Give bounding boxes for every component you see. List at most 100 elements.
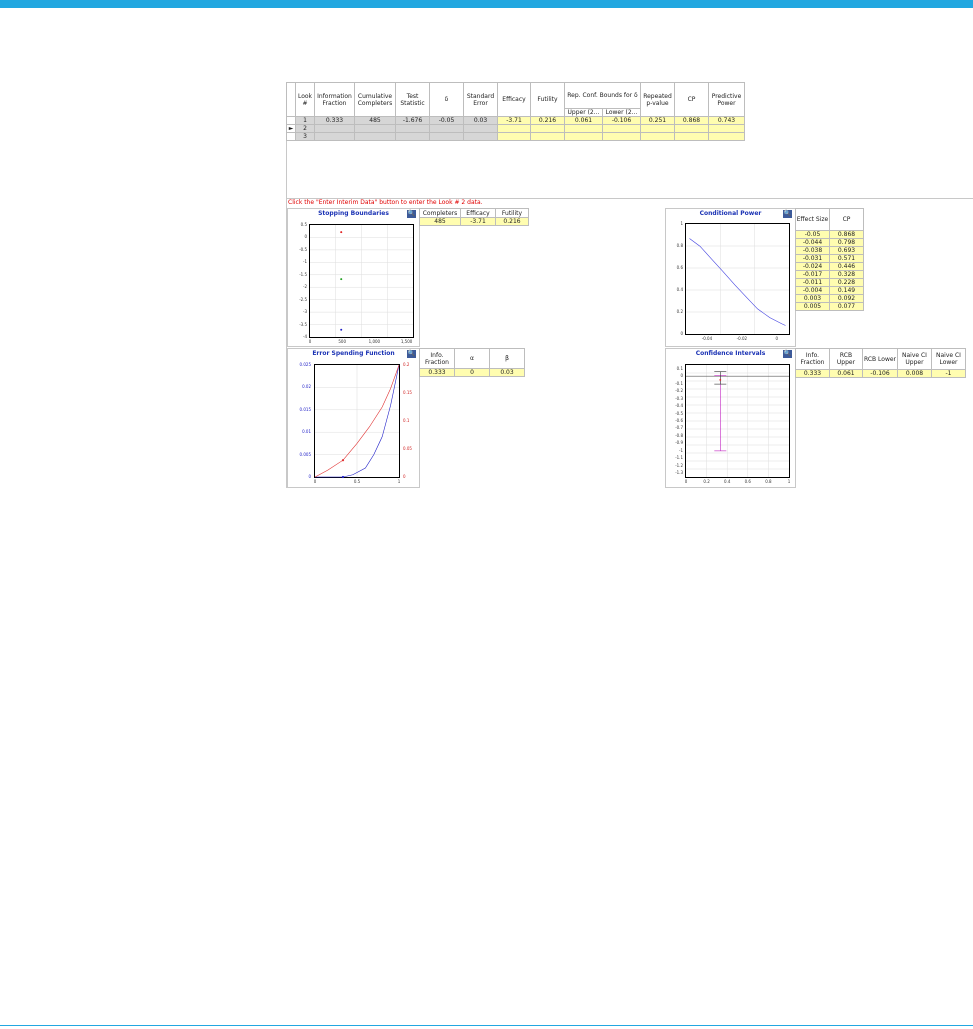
y-tick-label: -0.5 bbox=[299, 246, 307, 252]
table-row: 485 -3.71 0.216 bbox=[419, 217, 529, 226]
col-futility: Futility bbox=[495, 208, 529, 218]
cell-empty bbox=[674, 124, 709, 133]
y-tick-label: 0.2 bbox=[676, 309, 683, 314]
cell-cp: 0.446 bbox=[829, 262, 864, 271]
conditional-power-table: Effect Size CP -0.05 0.868 -0.044 0.798 -0.0… bbox=[795, 208, 864, 311]
cell-look: 1 bbox=[295, 116, 315, 125]
col-info-fraction: Info. Fraction bbox=[795, 348, 830, 370]
x-tick-label: 1,500 bbox=[400, 339, 413, 344]
y-tick-label: -3.5 bbox=[299, 321, 307, 327]
cell-empty bbox=[564, 132, 603, 141]
cell-empty bbox=[395, 124, 430, 133]
col-beta: β bbox=[489, 348, 525, 369]
y-tick-label: -0.1 bbox=[675, 380, 683, 386]
cell-empty bbox=[602, 124, 641, 133]
x-tick-label: 0.8 bbox=[765, 479, 772, 484]
interim-monitoring-frame: Look # Information Fraction Cumulative C… bbox=[286, 82, 973, 488]
cell-empty bbox=[354, 132, 396, 141]
y-tick-label: -1 bbox=[679, 447, 683, 453]
table-row: 0.005 0.077 bbox=[795, 302, 864, 311]
top-accent-bar bbox=[0, 0, 973, 8]
cell-info-fraction: 0.333 bbox=[419, 368, 455, 377]
cell-info: 0.333 bbox=[314, 116, 355, 125]
current-row-indicator: ► bbox=[286, 124, 296, 133]
y-tick-label: -1.5 bbox=[299, 271, 307, 277]
cell-effect-size: -0.011 bbox=[795, 278, 830, 287]
cell-empty bbox=[674, 132, 709, 141]
table-row[interactable]: ► 2 bbox=[286, 124, 745, 133]
cell-effect-size: 0.005 bbox=[795, 302, 830, 311]
y-tick-label: -0.6 bbox=[675, 418, 683, 423]
col-efficacy: Efficacy bbox=[497, 82, 531, 117]
cell-empty bbox=[530, 124, 565, 133]
stopping-boundaries-panel: Stopping Boundaries 🔍 0.5 0 -0.5 -1 -1.5 -2 -2… bbox=[287, 208, 420, 347]
panel-title: Error Spending Function bbox=[312, 350, 395, 357]
magnifier-icon[interactable]: 🔍 bbox=[783, 210, 792, 218]
magnifier-icon[interactable]: 🔍 bbox=[407, 350, 416, 358]
cell-empty bbox=[429, 124, 464, 133]
alpha-marker bbox=[341, 475, 345, 479]
col-rcb-lower: Lower (2... bbox=[602, 108, 641, 117]
cell-empty bbox=[640, 124, 675, 133]
boundary-point bbox=[340, 278, 343, 281]
cell-cp: 0.092 bbox=[829, 294, 864, 303]
x-tick-label: 500 bbox=[338, 339, 347, 344]
y-tick-label: -1.3 bbox=[675, 470, 683, 476]
interim-table-area: Look # Information Fraction Cumulative C… bbox=[286, 82, 973, 199]
col-test-statistic: Test Statistic bbox=[395, 82, 430, 117]
cell-cp: 0.868 bbox=[829, 230, 864, 239]
table-row[interactable]: 3 bbox=[286, 132, 745, 141]
y-left-tick-label: 0.02 bbox=[302, 384, 311, 390]
table-row: -0.024 0.446 bbox=[795, 262, 864, 271]
cell-completers: 485 bbox=[354, 116, 396, 125]
y-left-tick-label: 0.025 bbox=[299, 362, 311, 367]
y-tick-label: 0 bbox=[304, 234, 307, 240]
table-row: -0.004 0.149 bbox=[795, 286, 864, 295]
table-row: 0.333 0 0.03 bbox=[419, 368, 525, 377]
x-tick-label: 1 bbox=[787, 479, 791, 484]
col-rcb: Rep. Conf. Bounds for δ bbox=[564, 82, 641, 109]
cell-futility: 0.216 bbox=[530, 116, 565, 125]
cell-cp: 0.149 bbox=[829, 286, 864, 295]
cell-effect-size: 0.003 bbox=[795, 294, 830, 303]
y-tick-label: -0.5 bbox=[675, 410, 683, 416]
cell-look: 3 bbox=[295, 132, 315, 141]
cell-stat: -1.676 bbox=[395, 116, 430, 125]
cell-efficacy: -3.71 bbox=[497, 116, 531, 125]
panel-title: Conditional Power bbox=[699, 210, 762, 217]
col-look: Look # bbox=[295, 82, 315, 117]
table-row: 0.333 0.061 -0.106 0.008 -1 bbox=[795, 369, 966, 378]
table-row: -0.05 0.868 bbox=[795, 230, 864, 239]
confidence-intervals-panel: Confidence Intervals 🔍 0.1 0 -0.1 -0.2 -0.3-… bbox=[665, 348, 796, 488]
error-spending-chart: 0.025 0.02 0.015 0.01 0.005 0 0.2 0.15 0.1 0.05 0 0… bbox=[300, 362, 412, 484]
y-tick-label: 0.6 bbox=[676, 265, 683, 270]
x-tick-label: 0 bbox=[313, 479, 317, 484]
cell-empty bbox=[463, 124, 498, 133]
cell-pp: 0.743 bbox=[708, 116, 745, 125]
magnifier-icon[interactable]: 🔍 bbox=[407, 210, 416, 218]
y-tick-label: -0.2 bbox=[675, 388, 683, 394]
y-tick-label: -3 bbox=[303, 309, 307, 315]
col-predictive-power: Predictive Power bbox=[708, 82, 745, 117]
col-effect-size: Effect Size bbox=[795, 208, 830, 231]
cell-effect-size: -0.004 bbox=[795, 286, 830, 295]
cell-info-fraction: 0.333 bbox=[795, 369, 830, 378]
col-info-fraction: Info. Fraction bbox=[419, 348, 455, 369]
col-repeated-pvalue: Repeated p-value bbox=[640, 82, 675, 117]
y-right-tick-label: 0 bbox=[403, 474, 406, 479]
interim-table: Look # Information Fraction Cumulative C… bbox=[286, 82, 745, 141]
col-info-fraction: Information Fraction bbox=[314, 82, 355, 117]
y-right-tick-label: 0.15 bbox=[403, 390, 412, 395]
y-tick-label: 0.5 bbox=[300, 222, 307, 227]
row-selector-header bbox=[286, 82, 296, 117]
magnifier-icon[interactable]: 🔍 bbox=[783, 350, 792, 358]
x-tick-label: 1,000 bbox=[368, 339, 381, 344]
y-tick-label: 0.4 bbox=[676, 287, 683, 292]
cell-cp: 0.693 bbox=[829, 246, 864, 255]
y-tick-label: -0.3 bbox=[675, 395, 683, 401]
y-tick-label: -0.9 bbox=[675, 440, 683, 446]
y-tick-label: -2.5 bbox=[299, 296, 307, 302]
table-row[interactable]: 1 0.333 485 -1.676 -0.05 0.03 -3.71 0.21… bbox=[286, 116, 745, 125]
x-tick-label: -0.04 bbox=[701, 336, 713, 341]
cell-empty bbox=[314, 132, 355, 141]
